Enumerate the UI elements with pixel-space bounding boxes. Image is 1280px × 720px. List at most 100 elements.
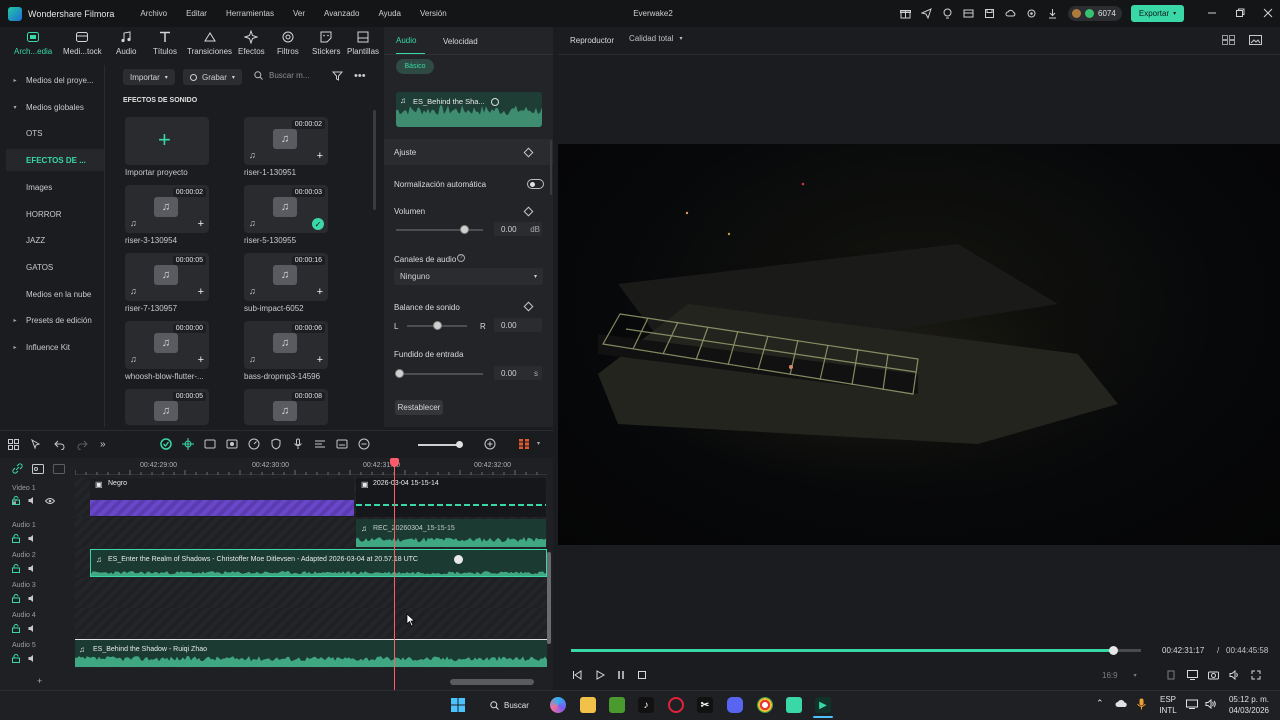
notepad-icon[interactable]: [786, 697, 802, 713]
library-search[interactable]: Buscar m...: [254, 71, 309, 80]
speaker-icon[interactable]: [28, 654, 37, 663]
file-explorer-icon[interactable]: [580, 697, 596, 713]
restore-icon[interactable]: [1234, 7, 1246, 19]
video-preview[interactable]: [558, 144, 1280, 545]
tab-archivos-media[interactable]: Arch...edia: [14, 30, 52, 63]
grid-view-icon[interactable]: [1222, 35, 1235, 45]
filmora-taskbar-icon[interactable]: ▶: [815, 697, 831, 713]
redo-icon[interactable]: [77, 439, 88, 450]
sound-card[interactable]: ♫ 00:00:02 ♫ +: [244, 117, 328, 165]
tab-media-stock[interactable]: Medi...tock: [63, 30, 102, 63]
menu-avanzado[interactable]: Avanzado: [324, 9, 359, 18]
settings-icon[interactable]: [1025, 7, 1037, 19]
zoom-slider-knob[interactable]: [456, 441, 463, 448]
ai-icon[interactable]: [182, 438, 194, 450]
reset-button[interactable]: Restablecer: [395, 400, 443, 415]
lock-icon[interactable]: [12, 534, 20, 543]
stop-icon[interactable]: [636, 669, 648, 681]
props-scrollbar[interactable]: [550, 140, 552, 195]
send-icon[interactable]: [920, 7, 932, 19]
add-icon[interactable]: +: [317, 150, 323, 162]
speaker-icon[interactable]: [28, 594, 37, 603]
speed-icon[interactable]: [248, 438, 260, 450]
microphone-icon[interactable]: [292, 438, 304, 450]
sidebar-item-edit-presets[interactable]: ▸ Presets de edición: [6, 309, 104, 331]
tab-stickers[interactable]: Stickers: [312, 30, 340, 63]
download-icon[interactable]: [1046, 7, 1058, 19]
sound-card[interactable]: ♫ 00:00:03 ♫ ✓: [244, 185, 328, 233]
capcut-icon[interactable]: ✂: [697, 697, 713, 713]
record-dropdown[interactable]: Grabar ▾: [183, 69, 242, 85]
lock-icon[interactable]: [12, 564, 20, 573]
lock-icon[interactable]: [12, 496, 20, 505]
opera-icon[interactable]: [668, 697, 684, 713]
add-icon[interactable]: +: [198, 286, 204, 298]
lightbulb-icon[interactable]: [941, 7, 953, 19]
more-icon[interactable]: •••: [354, 70, 366, 82]
filter-icon[interactable]: [332, 71, 343, 81]
link-icon[interactable]: [12, 463, 23, 474]
layout-icon[interactable]: [962, 7, 974, 19]
scene-icon[interactable]: [204, 438, 216, 450]
tab-titulos[interactable]: Títulos: [153, 30, 177, 63]
tab-audio-props[interactable]: Audio: [396, 27, 425, 55]
subtitle-icon[interactable]: [336, 438, 348, 450]
speaker-icon[interactable]: [1228, 669, 1240, 681]
volume-handle[interactable]: [491, 98, 499, 106]
fadein-value-field[interactable]: 0.00 s: [494, 366, 542, 380]
sound-card[interactable]: ♫ 00:00:00 ♫ +: [125, 321, 209, 369]
sidebar-item-cloud-media[interactable]: Medios en la nube: [6, 283, 104, 305]
audio5-clip[interactable]: ♫ ES_Behind the Shadow - Ruiqi Zhao: [75, 639, 547, 667]
language-indicator[interactable]: ESP INTL: [1156, 694, 1180, 716]
balance-slider-knob[interactable]: [433, 321, 442, 330]
volume-value-field[interactable]: 0.00 dB: [494, 222, 542, 236]
tiktok-icon[interactable]: ♪: [638, 697, 654, 713]
sound-card[interactable]: ♫ 00:00:06 ♫ +: [244, 321, 328, 369]
speaker-icon[interactable]: [28, 534, 37, 543]
playback-progress[interactable]: [571, 649, 1113, 652]
shield-icon[interactable]: [270, 438, 282, 450]
sound-card[interactable]: ♫ 00:00:05: [125, 389, 209, 425]
track-audio-4[interactable]: [75, 608, 547, 638]
close-icon[interactable]: [1262, 7, 1274, 19]
sidebar-item-gatos[interactable]: GATOS: [6, 256, 104, 278]
fullscreen-icon[interactable]: [1250, 669, 1262, 681]
minimize-icon[interactable]: [1206, 7, 1218, 19]
speaker-icon[interactable]: [28, 496, 37, 505]
export-button[interactable]: Exportar ▾: [1131, 5, 1184, 22]
tab-plantillas[interactable]: Plantillas: [347, 30, 379, 63]
copilot-icon[interactable]: [550, 697, 566, 713]
playhead[interactable]: [394, 461, 395, 690]
microphone-icon[interactable]: [1137, 698, 1146, 710]
image-icon[interactable]: [1249, 35, 1262, 45]
playhead-handle[interactable]: [390, 458, 399, 467]
monitor-icon[interactable]: [1186, 669, 1198, 681]
menu-ver[interactable]: Ver: [293, 9, 305, 18]
auto-normalization-toggle[interactable]: [527, 179, 544, 189]
play-icon[interactable]: [594, 669, 606, 681]
volume-icon[interactable]: [1205, 699, 1217, 709]
minecraft-icon[interactable]: [609, 697, 625, 713]
menu-ayuda[interactable]: Ayuda: [378, 9, 401, 18]
chevron-down-icon[interactable]: ▾: [537, 440, 540, 447]
credits-badge[interactable]: 6074: [1068, 6, 1122, 21]
timeline-vscrollbar[interactable]: [547, 552, 551, 644]
sidebar-item-sound-effects[interactable]: EFECTOS DE ...: [6, 149, 104, 171]
balance-value-field[interactable]: 0.00: [494, 318, 542, 332]
fadein-slider[interactable]: [399, 373, 483, 375]
aspect-ratio-dropdown[interactable]: 16:9 ▾: [1096, 668, 1148, 682]
cloud-icon[interactable]: [1004, 7, 1016, 19]
help-icon[interactable]: ?: [457, 254, 465, 262]
prev-frame-icon[interactable]: [571, 669, 583, 681]
zoom-in-icon[interactable]: [484, 438, 496, 450]
timeline-hscrollbar[interactable]: [450, 679, 534, 685]
lock-icon[interactable]: [12, 594, 20, 603]
discord-icon[interactable]: [727, 697, 743, 713]
save-icon[interactable]: [983, 7, 995, 19]
search-input[interactable]: Buscar m...: [269, 71, 309, 80]
basic-tab[interactable]: Básico: [396, 59, 434, 74]
sound-card[interactable]: ♫ 00:00:08: [244, 389, 328, 425]
menu-version[interactable]: Versión: [420, 9, 447, 18]
zoom-out-icon[interactable]: [358, 438, 370, 450]
eye-icon[interactable]: [45, 496, 55, 505]
